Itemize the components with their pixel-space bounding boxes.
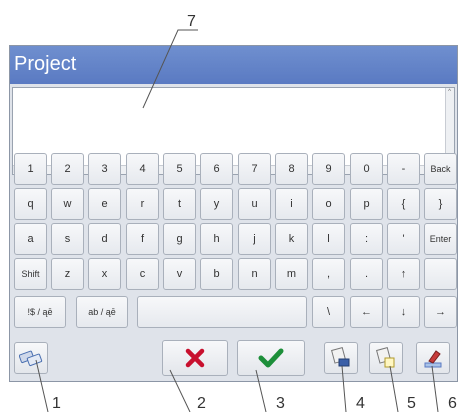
arrow-left-key[interactable]: ← xyxy=(350,296,383,328)
key-e[interactable]: e xyxy=(88,188,121,220)
apostrophe-key[interactable]: ' xyxy=(387,223,420,255)
key-c[interactable]: c xyxy=(126,258,159,290)
callout-3: 3 xyxy=(276,395,285,412)
keyboard-layout-icon xyxy=(19,350,43,367)
clear-button[interactable] xyxy=(416,342,450,374)
key-a[interactable]: a xyxy=(14,223,47,255)
key-i[interactable]: i xyxy=(275,188,308,220)
copy-icon xyxy=(376,347,395,368)
callout-1: 1 xyxy=(52,395,61,412)
key-1[interactable]: 1 xyxy=(14,153,47,185)
key-f[interactable]: f xyxy=(126,223,159,255)
key-s[interactable]: s xyxy=(51,223,84,255)
key-h[interactable]: h xyxy=(200,223,233,255)
key-u[interactable]: u xyxy=(238,188,271,220)
eraser-icon xyxy=(424,350,442,368)
key-y[interactable]: y xyxy=(200,188,233,220)
confirm-button[interactable] xyxy=(237,340,305,376)
arrow-up-key[interactable]: ↑ xyxy=(387,258,420,290)
key-q[interactable]: q xyxy=(14,188,47,220)
cancel-x-icon xyxy=(185,348,205,368)
key-x[interactable]: x xyxy=(88,258,121,290)
key-l[interactable]: l xyxy=(312,223,345,255)
brace-close-key[interactable]: } xyxy=(424,188,457,220)
paste-button[interactable] xyxy=(324,342,358,374)
key-4[interactable]: 4 xyxy=(126,153,159,185)
blank-key[interactable] xyxy=(424,258,457,290)
shift-key[interactable]: Shift xyxy=(14,258,47,290)
key-7[interactable]: 7 xyxy=(238,153,271,185)
key-m[interactable]: m xyxy=(275,258,308,290)
key-t[interactable]: t xyxy=(163,188,196,220)
keyboard-layout-button[interactable] xyxy=(14,342,48,374)
period-key[interactable]: . xyxy=(350,258,383,290)
arrow-right-key[interactable]: → xyxy=(424,296,457,328)
key-o[interactable]: o xyxy=(312,188,345,220)
scroll-up-icon[interactable]: ^ xyxy=(446,88,453,96)
keyboard-dialog: Project < > ^ v 1234567890-Backqwertyuio… xyxy=(9,45,458,382)
key-2[interactable]: 2 xyxy=(51,153,84,185)
key-6[interactable]: 6 xyxy=(200,153,233,185)
letters-mode-key[interactable]: ab / ąē xyxy=(76,296,128,328)
cancel-button[interactable] xyxy=(162,340,228,376)
space-key[interactable] xyxy=(137,296,307,328)
title-bar: Project xyxy=(10,46,457,84)
callout-7: 7 xyxy=(187,13,196,30)
key-n[interactable]: n xyxy=(238,258,271,290)
key-d[interactable]: d xyxy=(88,223,121,255)
enter-key[interactable]: Enter xyxy=(424,223,457,255)
comma-key[interactable]: , xyxy=(312,258,345,290)
callout-4: 4 xyxy=(356,395,365,412)
key-8[interactable]: 8 xyxy=(275,153,308,185)
key-j[interactable]: j xyxy=(238,223,271,255)
key-0[interactable]: 0 xyxy=(350,153,383,185)
key-v[interactable]: v xyxy=(163,258,196,290)
minus-key[interactable]: - xyxy=(387,153,420,185)
key-9[interactable]: 9 xyxy=(312,153,345,185)
backslash-key[interactable]: \ xyxy=(312,296,345,328)
colon-key[interactable]: : xyxy=(350,223,383,255)
symbols-mode-key[interactable]: !$ / ąē xyxy=(14,296,66,328)
backspace-key[interactable]: Back xyxy=(424,153,457,185)
key-p[interactable]: p xyxy=(350,188,383,220)
key-5[interactable]: 5 xyxy=(163,153,196,185)
paste-icon xyxy=(331,347,350,367)
copy-button[interactable] xyxy=(369,342,403,374)
callout-5: 5 xyxy=(407,395,416,412)
callout-2: 2 xyxy=(197,395,206,412)
key-r[interactable]: r xyxy=(126,188,159,220)
key-3[interactable]: 3 xyxy=(88,153,121,185)
brace-open-key[interactable]: { xyxy=(387,188,420,220)
key-w[interactable]: w xyxy=(51,188,84,220)
dialog-title: Project xyxy=(14,53,77,75)
key-g[interactable]: g xyxy=(163,223,196,255)
callout-6: 6 xyxy=(448,395,457,412)
key-z[interactable]: z xyxy=(51,258,84,290)
key-b[interactable]: b xyxy=(200,258,233,290)
key-k[interactable]: k xyxy=(275,223,308,255)
confirm-check-icon xyxy=(258,348,284,368)
arrow-down-key[interactable]: ↓ xyxy=(387,296,420,328)
